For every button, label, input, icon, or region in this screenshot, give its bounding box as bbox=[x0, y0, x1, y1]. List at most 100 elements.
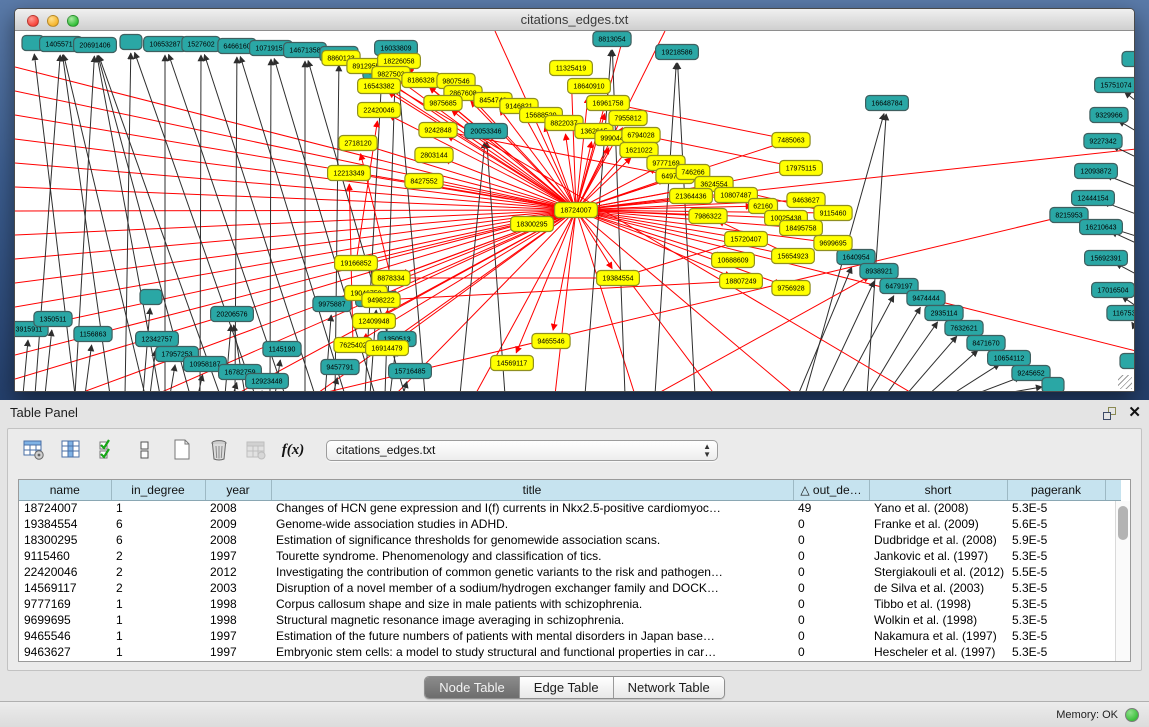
graph-node[interactable] bbox=[1122, 52, 1134, 67]
column-header-6[interactable]: pagerank bbox=[1007, 480, 1105, 500]
table-cell[interactable]: 9463627 bbox=[19, 644, 111, 660]
graph-node[interactable]: 15720407 bbox=[725, 232, 768, 247]
table-cell[interactable]: 5.3E-5 bbox=[1007, 548, 1105, 564]
table-cell[interactable]: 2008 bbox=[205, 500, 271, 516]
graph-node[interactable]: 15751074 bbox=[1095, 78, 1134, 93]
table-settings-icon[interactable] bbox=[22, 438, 46, 462]
table-cell[interactable]: 1 bbox=[111, 596, 205, 612]
graph-node[interactable]: 12342757 bbox=[136, 332, 179, 347]
table-cell[interactable]: 0 bbox=[793, 580, 869, 596]
graph-node[interactable]: 12213349 bbox=[328, 166, 371, 181]
graph-node[interactable]: 1640954 bbox=[837, 250, 875, 265]
column-header-5[interactable]: short bbox=[869, 480, 1007, 500]
table-cell[interactable]: Nakamura et al. (1997) bbox=[869, 628, 1007, 644]
tab-node-table[interactable]: Node Table bbox=[425, 677, 520, 698]
table-cell[interactable]: 9115460 bbox=[19, 548, 111, 564]
import-table-icon[interactable] bbox=[244, 438, 268, 462]
table-row[interactable]: 1456911722003Disruption of a novel membe… bbox=[19, 580, 1121, 596]
graph-node[interactable]: 1156863 bbox=[74, 327, 112, 342]
graph-node[interactable]: 2718120 bbox=[339, 136, 377, 151]
table-cell[interactable]: 1997 bbox=[205, 548, 271, 564]
graph-node[interactable]: 20206576 bbox=[211, 307, 254, 322]
table-cell[interactable]: 49 bbox=[793, 500, 869, 516]
graph-node[interactable]: 1350511 bbox=[34, 312, 72, 327]
graph-node[interactable]: 7986322 bbox=[689, 209, 727, 224]
table-cell[interactable]: Hescheler et al. (1997) bbox=[869, 644, 1007, 660]
table-cell[interactable]: 2 bbox=[111, 580, 205, 596]
function-builder-icon[interactable]: f(x) bbox=[281, 438, 305, 462]
table-cell[interactable]: Jankovic et al. (1997) bbox=[869, 548, 1007, 564]
graph-node[interactable]: 9329966 bbox=[1090, 108, 1128, 123]
table-row[interactable]: 977716911998Corpus callosum shape and si… bbox=[19, 596, 1121, 612]
table-cell[interactable]: Franke et al. (2009) bbox=[869, 516, 1007, 532]
graph-node[interactable]: 15716485 bbox=[389, 364, 432, 379]
graph-node[interactable]: 16648784 bbox=[866, 96, 909, 111]
column-header-0[interactable]: name bbox=[19, 480, 111, 500]
table-row[interactable]: 946362711997Embryonic stem cells: a mode… bbox=[19, 644, 1121, 660]
table-cell[interactable]: Tourette syndrome. Phenomenology and cla… bbox=[271, 548, 793, 564]
window-resize-grip[interactable] bbox=[1118, 375, 1132, 389]
table-cell[interactable]: 5.6E-5 bbox=[1007, 516, 1105, 532]
table-cell[interactable]: Genome-wide association studies in ADHD. bbox=[271, 516, 793, 532]
graph-node[interactable]: 1145190 bbox=[263, 342, 301, 357]
table-row[interactable]: 911546021997Tourette syndrome. Phenomeno… bbox=[19, 548, 1121, 564]
graph-node[interactable]: 20053346 bbox=[465, 124, 508, 139]
table-cell[interactable]: 2 bbox=[111, 564, 205, 580]
table-row[interactable]: 946554611997Estimation of the future num… bbox=[19, 628, 1121, 644]
table-cell[interactable]: 6 bbox=[111, 532, 205, 548]
table-cell[interactable]: 1 bbox=[111, 612, 205, 628]
table-cell[interactable]: 1997 bbox=[205, 628, 271, 644]
minimize-window-icon[interactable] bbox=[47, 15, 59, 27]
table-cell[interactable]: 0 bbox=[793, 532, 869, 548]
graph-node[interactable]: 17975115 bbox=[780, 161, 823, 176]
table-cell[interactable]: 0 bbox=[793, 628, 869, 644]
table-cell[interactable]: Dudbridge et al. (2008) bbox=[869, 532, 1007, 548]
graph-node[interactable]: 18640910 bbox=[568, 79, 611, 94]
table-vertical-scrollbar[interactable] bbox=[1115, 501, 1130, 661]
table-cell[interactable]: 14569117 bbox=[19, 580, 111, 596]
table-cell[interactable]: 5.3E-5 bbox=[1007, 580, 1105, 596]
graph-node[interactable]: 8878334 bbox=[372, 271, 410, 286]
scrollbar-thumb[interactable] bbox=[1118, 506, 1128, 540]
graph-node[interactable]: 15654923 bbox=[772, 249, 815, 264]
graph-node[interactable]: 9457791 bbox=[321, 360, 359, 375]
table-cell[interactable]: Stergiakouli et al. (2012) bbox=[869, 564, 1007, 580]
table-cell[interactable]: 0 bbox=[793, 548, 869, 564]
graph-node[interactable]: 16914479 bbox=[366, 341, 409, 356]
table-cell[interactable]: 0 bbox=[793, 596, 869, 612]
table-cell[interactable]: 0 bbox=[793, 516, 869, 532]
graph-node[interactable]: 17016504 bbox=[1092, 283, 1134, 298]
graph-node[interactable]: 10688609 bbox=[712, 253, 755, 268]
table-cell[interactable]: 1998 bbox=[205, 612, 271, 628]
graph-node[interactable]: 9227342 bbox=[1084, 134, 1122, 149]
graph-node[interactable]: 9699695 bbox=[814, 236, 852, 251]
graph-node[interactable]: 10654112 bbox=[988, 351, 1031, 366]
delete-table-icon[interactable] bbox=[207, 438, 231, 462]
column-header-4[interactable]: △ out_de… bbox=[793, 480, 869, 500]
graph-node[interactable]: 12923448 bbox=[246, 374, 289, 389]
graph-node[interactable]: 22420046 bbox=[358, 103, 401, 118]
graph-node[interactable]: 9756928 bbox=[772, 281, 810, 296]
graph-node[interactable] bbox=[120, 35, 142, 50]
graph-node[interactable]: 18495758 bbox=[780, 221, 823, 236]
new-document-icon[interactable] bbox=[170, 438, 194, 462]
table-cell[interactable]: Tibbo et al. (1998) bbox=[869, 596, 1007, 612]
table-cell[interactable]: 2009 bbox=[205, 516, 271, 532]
table-cell[interactable]: 0 bbox=[793, 644, 869, 660]
graph-node[interactable]: 2935114 bbox=[925, 306, 963, 321]
graph-node[interactable]: 15692391 bbox=[1085, 251, 1128, 266]
table-row[interactable]: 1872400712008Changes of HCN gene express… bbox=[19, 500, 1121, 516]
network-canvas[interactable]: 14055717 20691406 10653287 1527602 64661… bbox=[15, 31, 1134, 391]
table-row[interactable]: 1938455462009Genome-wide association stu… bbox=[19, 516, 1121, 532]
table-cell[interactable]: 5.3E-5 bbox=[1007, 628, 1105, 644]
graph-node[interactable]: 14569117 bbox=[491, 356, 534, 371]
table-cell[interactable]: 18724007 bbox=[19, 500, 111, 516]
graph-node[interactable]: 8938921 bbox=[860, 264, 898, 279]
column-header-3[interactable]: title bbox=[271, 480, 793, 500]
table-select-dropdown[interactable]: citations_edges.txt ▲▼ bbox=[326, 440, 718, 461]
table-cell[interactable]: 9777169 bbox=[19, 596, 111, 612]
graph-node[interactable]: 7485063 bbox=[772, 133, 810, 148]
select-column-icon[interactable] bbox=[59, 438, 83, 462]
table-cell[interactable]: 2003 bbox=[205, 580, 271, 596]
tab-edge-table[interactable]: Edge Table bbox=[520, 677, 614, 698]
